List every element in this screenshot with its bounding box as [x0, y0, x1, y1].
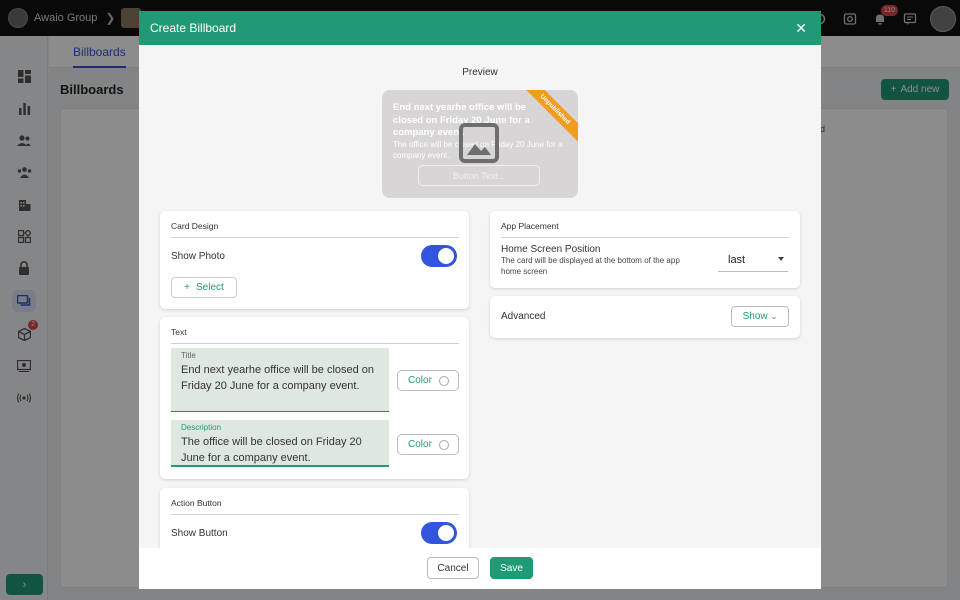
show-button-toggle[interactable]: [421, 522, 457, 544]
app-placement-header: App Placement: [501, 221, 789, 238]
image-placeholder-icon: [458, 122, 500, 164]
title-field-label: Title: [181, 351, 196, 360]
preview-action-button: Button Text...: [418, 165, 540, 186]
description-field-label: Description: [181, 423, 222, 432]
show-button-label: Show Button: [171, 528, 228, 539]
description-field[interactable]: Description The office will be closed on…: [171, 420, 389, 467]
cancel-button[interactable]: Cancel: [427, 557, 479, 579]
show-label: Show: [742, 311, 768, 322]
create-billboard-modal: Create Billboard ✕ Preview End next year…: [139, 11, 821, 589]
action-button-header: Action Button: [171, 498, 459, 515]
text-section: Text Title End next yearhe office will b…: [160, 317, 469, 479]
card-design-section: Card Design Show Photo + Select: [160, 211, 469, 309]
modal-header: Create Billboard ✕: [139, 11, 821, 45]
show-photo-toggle[interactable]: [421, 245, 457, 267]
description-color-button[interactable]: Color: [397, 434, 459, 455]
app-placement-section: App Placement Home Screen Position The c…: [490, 211, 800, 288]
modal-title: Create Billboard: [150, 21, 237, 35]
title-field[interactable]: Title End next yearhe office will be clo…: [171, 348, 389, 412]
chevron-down-icon: ⌄: [770, 312, 778, 321]
description-color-label: Color: [408, 439, 432, 450]
select-label: Select: [196, 282, 224, 293]
color-swatch-icon: [438, 439, 449, 450]
card-design-header: Card Design: [171, 221, 459, 238]
title-color-button[interactable]: Color: [397, 370, 459, 391]
position-value: last: [728, 253, 746, 266]
select-photo-button[interactable]: + Select: [171, 277, 237, 298]
action-button-section: Action Button Show Button: [160, 488, 469, 548]
description-input[interactable]: The office will be closed on Friday 20 J…: [181, 434, 379, 466]
close-icon[interactable]: ✕: [795, 20, 807, 36]
advanced-label: Advanced: [501, 311, 546, 322]
dropdown-arrow-icon: [778, 257, 784, 261]
plus-icon: +: [184, 282, 191, 293]
color-swatch-icon: [438, 375, 449, 386]
show-photo-label: Show Photo: [171, 251, 225, 262]
home-screen-position-help: The card will be displayed at the bottom…: [501, 256, 680, 276]
preview-label: Preview: [462, 67, 498, 78]
title-input[interactable]: End next yearhe office will be closed on…: [181, 362, 379, 394]
modal-body: Preview End next yearhe office will be c…: [139, 45, 821, 548]
home-screen-position-label: Home Screen Position: [501, 244, 601, 255]
billboard-preview-card: End next yearhe office will be closed on…: [382, 90, 578, 198]
title-color-label: Color: [408, 375, 432, 386]
home-screen-position-select[interactable]: last: [718, 248, 788, 272]
save-button[interactable]: Save: [490, 557, 533, 579]
advanced-section: Advanced Show ⌄: [490, 296, 800, 338]
advanced-show-button[interactable]: Show ⌄: [731, 306, 789, 327]
text-header: Text: [171, 327, 459, 344]
modal-footer: Cancel Save: [139, 548, 821, 589]
